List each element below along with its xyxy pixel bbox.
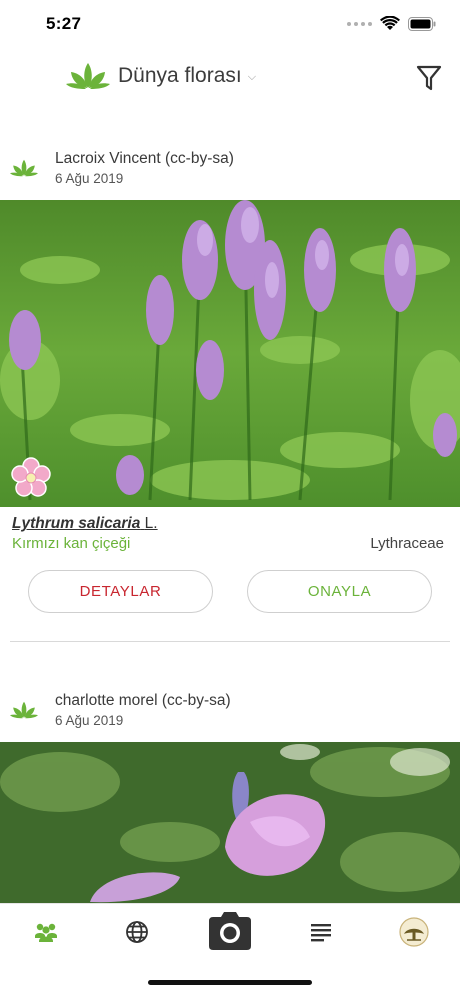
tab-camera[interactable]	[206, 910, 254, 952]
plantnet-user-icon	[10, 159, 38, 177]
observation-card: charlotte morel (cc-by-sa) 6 Ağu 2019	[0, 692, 460, 904]
details-button[interactable]: DETAYLAR	[28, 570, 213, 613]
app-header: Dünya florası ⌵	[0, 52, 460, 110]
flora-selector[interactable]: Dünya florası ⌵	[66, 62, 256, 90]
card-divider	[10, 641, 450, 642]
family-name: Lythraceae	[370, 535, 444, 552]
list-icon	[311, 924, 331, 942]
globe-icon	[126, 921, 148, 943]
observation-actions: DETAYLAR ONAYLA	[0, 570, 460, 614]
tab-explore[interactable]	[117, 916, 157, 948]
flower-organ-icon	[11, 457, 51, 497]
profile-avatar-icon	[399, 917, 429, 947]
scientific-name-link[interactable]: Lythrum salicaria L.	[12, 515, 158, 533]
observation-photo[interactable]	[0, 200, 460, 507]
species-name: Lythrum salicaria	[12, 515, 141, 532]
observation-names: Lythrum salicaria L. Kırmızı kan çiçeği …	[0, 515, 460, 555]
observation-photo[interactable]	[0, 742, 460, 904]
observation-date: 6 Ağu 2019	[55, 713, 124, 728]
observation-header: charlotte morel (cc-by-sa) 6 Ağu 2019	[0, 692, 460, 742]
plant-photo-image	[0, 200, 460, 507]
status-indicators	[347, 16, 436, 31]
observation-date: 6 Ağu 2019	[55, 171, 124, 186]
plant-photo-image	[0, 742, 460, 904]
observation-author[interactable]: charlotte morel (cc-by-sa)	[55, 692, 231, 710]
plantnet-logo-icon	[66, 63, 110, 89]
plantnet-user-icon	[10, 701, 38, 719]
observation-header: Lacroix Vincent (cc-by-sa) 6 Ağu 2019	[0, 150, 460, 200]
status-bar: 5:27	[0, 0, 460, 50]
filter-button[interactable]	[416, 64, 442, 92]
observation-card: Lacroix Vincent (cc-by-sa) 6 Ağu 2019	[0, 150, 460, 507]
wifi-icon	[380, 16, 400, 30]
filter-icon	[416, 65, 442, 91]
confirm-button[interactable]: ONAYLA	[247, 570, 432, 613]
chevron-down-icon: ⌵	[247, 70, 257, 83]
tab-list[interactable]	[301, 916, 341, 948]
tab-profile[interactable]	[394, 916, 434, 948]
tab-community[interactable]	[26, 916, 66, 948]
common-name: Kırmızı kan çiçeği	[12, 535, 131, 552]
observation-author[interactable]: Lacroix Vincent (cc-by-sa)	[55, 150, 234, 168]
battery-icon	[408, 16, 436, 31]
camera-icon	[209, 912, 251, 950]
status-time: 5:27	[46, 14, 82, 33]
home-indicator	[148, 980, 312, 985]
flora-title: Dünya florası	[118, 64, 242, 87]
species-authority: L.	[144, 515, 158, 532]
community-icon	[35, 923, 57, 942]
cellular-signal-icon	[347, 21, 372, 26]
